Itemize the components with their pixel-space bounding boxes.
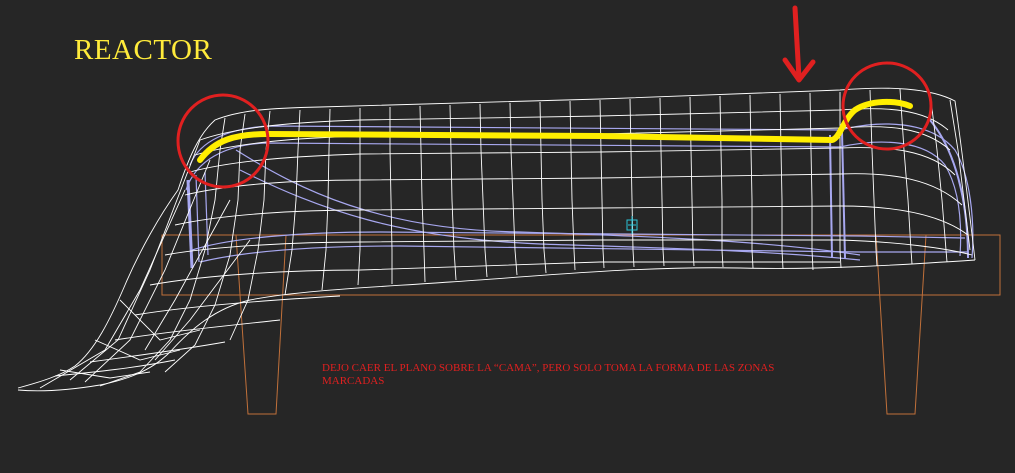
bed-leg-right (875, 234, 927, 415)
3d-viewport[interactable]: REACTOR DEJO CAER EL PLANO SOBRE LA “CAM… (0, 0, 1015, 473)
viewport-title: REACTOR (74, 34, 213, 66)
pivot-gizmo-icon[interactable] (626, 216, 638, 234)
cushion-mesh (185, 119, 974, 269)
annotation-caption: DEJO CAER EL PLANO SOBRE LA “CAMA”, PERO… (322, 362, 775, 387)
arrow-down-icon (782, 5, 816, 83)
bed-leg-left (235, 234, 287, 415)
scene-canvas[interactable] (0, 0, 1015, 473)
